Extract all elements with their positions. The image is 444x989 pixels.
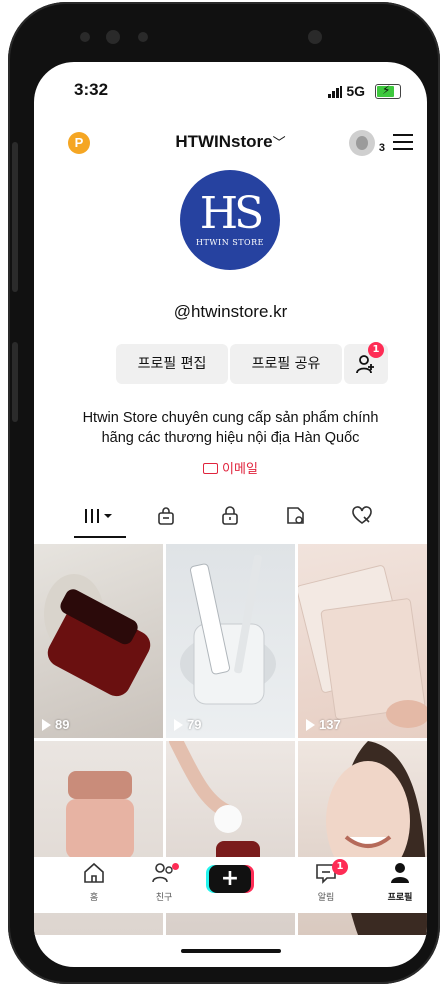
tab-private[interactable] [204, 500, 256, 536]
liked-icon [352, 506, 372, 524]
content-tabs [34, 500, 427, 540]
hamburger-icon[interactable] [393, 134, 413, 150]
nav-label: 알림 [317, 893, 335, 903]
tab-liked[interactable] [336, 500, 388, 536]
front-camera [106, 30, 120, 44]
battery-icon: ⚡ [375, 83, 401, 99]
shopping-bag-icon [158, 507, 174, 525]
nav-friends[interactable]: 친구 [134, 861, 194, 903]
profile-icon [391, 863, 409, 883]
home-icon [84, 862, 104, 883]
friends-badge: 1 [368, 342, 384, 358]
email-label: 이메일 [222, 462, 258, 477]
chevron-down-icon: ﹀ [272, 135, 286, 150]
screen: 3:32 5G ⚡ P HTWINstore﹀ 3 HS HTWIN STORE [34, 62, 427, 967]
nav-label: 프로필 [387, 893, 413, 903]
network-label: 5G [346, 83, 365, 99]
avatar-brand-text: HTWIN STORE [196, 238, 264, 247]
inbox-badge: 1 [332, 859, 348, 875]
video-thumbnail[interactable]: 89 [34, 544, 163, 738]
profile-header: P HTWINstore﹀ 3 [34, 126, 427, 162]
email-link[interactable]: 이메일 [34, 458, 427, 477]
toothpaste-image [180, 554, 276, 705]
nav-label: 홈 [89, 893, 99, 903]
status-bar: 3:32 5G ⚡ [34, 80, 427, 104]
nav-inbox[interactable]: 1 알림 [296, 859, 356, 903]
lock-icon [222, 506, 238, 525]
product-jar-image [44, 574, 151, 697]
tagged-icon [287, 507, 304, 524]
avatar-monogram: HS [199, 188, 265, 239]
create-button[interactable]: + [209, 865, 251, 893]
video-thumbnail[interactable]: 79 [166, 544, 295, 738]
grid-icon [85, 509, 112, 523]
view-count: 89 [42, 717, 69, 732]
sheet-mask-image [298, 565, 427, 728]
home-indicator[interactable] [181, 949, 281, 953]
bio-line: hãng các thương hiệu nội địa Hàn Quốc [101, 430, 360, 446]
tab-shop[interactable] [140, 500, 192, 536]
bio-line: Htwin Store chuyên cung cấp sản phẩm chí… [82, 410, 379, 426]
add-friends-button[interactable]: 1 [344, 342, 388, 384]
sensor-dot [80, 32, 90, 42]
status-time: 3:32 [74, 80, 109, 99]
tab-videos[interactable] [74, 500, 126, 538]
accounts-avatar[interactable] [349, 130, 375, 156]
nav-home[interactable]: 홈 [64, 861, 124, 903]
video-grid: 89 79 137 [34, 544, 427, 935]
view-count: 137 [306, 717, 341, 732]
phone-frame: 3:32 5G ⚡ P HTWINstore﹀ 3 HS HTWIN STORE [8, 2, 440, 984]
view-count: 79 [174, 717, 201, 732]
nav-profile[interactable]: 프로필 [370, 861, 427, 903]
tab-reposts[interactable] [270, 500, 322, 536]
bottom-navigation: 홈 친구 + 1 알림 프로필 [34, 857, 427, 913]
profile-handle: @htwinstore.kr [173, 302, 288, 321]
sensor-dot [138, 32, 148, 42]
signal-icon [328, 86, 343, 99]
accounts-count: 3 [378, 142, 385, 154]
profile-avatar[interactable]: HS HTWIN STORE [180, 170, 280, 270]
profile-bio: Htwin Store chuyên cung cấp sản phẩm chí… [64, 408, 397, 448]
signal-indicator: 5G [328, 83, 365, 99]
volume-button [12, 142, 18, 292]
account-username: HTWINstore [175, 132, 273, 151]
camera-bar [8, 24, 440, 54]
friends-dot [172, 863, 179, 870]
power-button [12, 342, 18, 422]
nav-label: 친구 [155, 893, 173, 903]
share-profile-button[interactable]: 프로필 공유 [230, 344, 342, 384]
video-thumbnail[interactable]: 137 [298, 544, 427, 738]
envelope-icon [203, 463, 219, 474]
iris-scanner [308, 30, 322, 44]
edit-profile-button[interactable]: 프로필 편집 [116, 344, 228, 384]
